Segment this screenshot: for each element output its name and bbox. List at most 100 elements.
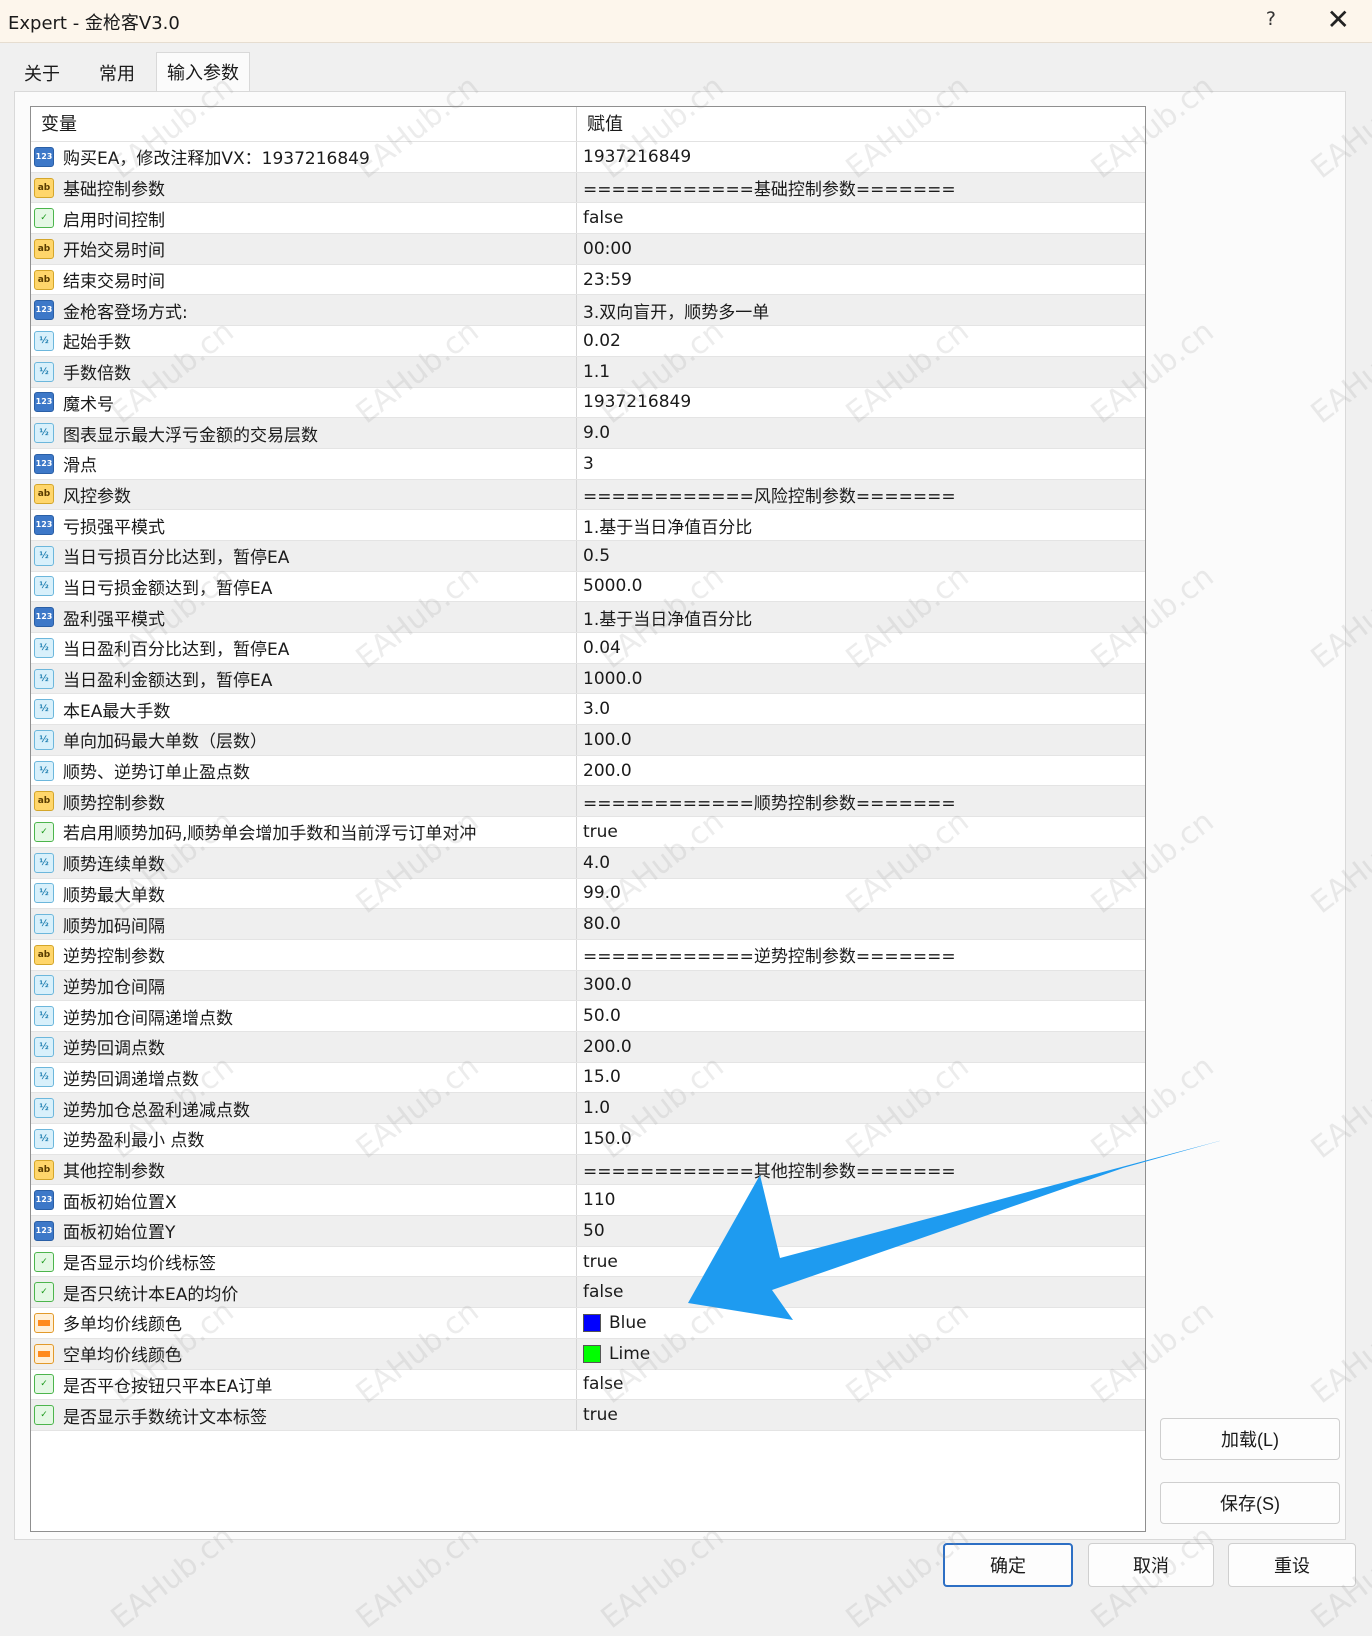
table-row[interactable]: ½ 逆势回调递增点数 15.0: [31, 1062, 1145, 1094]
table-row[interactable]: 123 面板初始位置X 110: [31, 1185, 1145, 1217]
table-row[interactable]: ✓ 若启用顺势加码,顺势单会增加手数和当前浮亏订单对冲 true: [31, 817, 1145, 848]
parameter-value-cell[interactable]: ============基础控制参数=======: [577, 173, 1145, 203]
table-row[interactable]: ab 其他控制参数 ============其他控制参数=======: [31, 1154, 1145, 1186]
help-icon[interactable]: ?: [1266, 8, 1276, 30]
parameter-value-cell[interactable]: Blue: [577, 1308, 1145, 1338]
parameter-value-cell[interactable]: 50: [577, 1216, 1145, 1246]
parameter-value-cell[interactable]: true: [577, 1400, 1145, 1430]
parameter-value-cell[interactable]: 100.0: [577, 725, 1145, 755]
parameter-value-cell[interactable]: 0.02: [577, 326, 1145, 356]
table-row[interactable]: ✓ 是否显示手数统计文本标签 true: [31, 1400, 1145, 1431]
parameter-value-cell[interactable]: 1.0: [577, 1093, 1145, 1123]
parameter-value-cell[interactable]: 1937216849: [577, 388, 1145, 418]
table-row[interactable]: ab 顺势控制参数 ============顺势控制参数=======: [31, 786, 1145, 818]
parameter-value-cell[interactable]: true: [577, 1247, 1145, 1277]
parameter-value-cell[interactable]: 150.0: [577, 1124, 1145, 1154]
parameter-value-cell[interactable]: 99.0: [577, 879, 1145, 909]
table-row[interactable]: ab 开始交易时间 00:00: [31, 234, 1145, 265]
table-row[interactable]: 123 魔术号 1937216849: [31, 387, 1145, 419]
parameter-value-cell[interactable]: true: [577, 817, 1145, 847]
parameter-value-cell[interactable]: 4.0: [577, 848, 1145, 878]
parameter-value-cell[interactable]: 110: [577, 1185, 1145, 1215]
parameter-value-cell[interactable]: 80.0: [577, 909, 1145, 939]
tab-inputs[interactable]: 输入参数: [156, 52, 250, 93]
table-row[interactable]: 多单均价线颜色 Blue: [31, 1308, 1145, 1339]
table-row[interactable]: 空单均价线颜色 Lime: [31, 1338, 1145, 1370]
parameter-value-cell[interactable]: 1.基于当日净值百分比: [577, 602, 1145, 632]
table-row[interactable]: ab 结束交易时间 23:59: [31, 264, 1145, 296]
table-row[interactable]: ½ 当日盈利百分比达到，暂停EA 0.04: [31, 633, 1145, 664]
parameter-value-cell[interactable]: 1.基于当日净值百分比: [577, 510, 1145, 540]
table-row[interactable]: ½ 逆势加仓间隔 300.0: [31, 970, 1145, 1002]
table-row[interactable]: ½ 逆势回调点数 200.0: [31, 1031, 1145, 1063]
parameter-value-cell[interactable]: 1000.0: [577, 664, 1145, 694]
ok-button[interactable]: 确定: [943, 1543, 1073, 1587]
parameter-value-cell[interactable]: ============逆势控制参数=======: [577, 940, 1145, 970]
tab-about[interactable]: 关于: [14, 55, 70, 91]
parameter-value-cell[interactable]: ============顺势控制参数=======: [577, 786, 1145, 816]
tab-common[interactable]: 常用: [82, 55, 152, 91]
parameter-value-cell[interactable]: ============风险控制参数=======: [577, 480, 1145, 510]
parameter-value-cell[interactable]: 50.0: [577, 1001, 1145, 1031]
table-row[interactable]: ½ 手数倍数 1.1: [31, 356, 1145, 388]
table-row[interactable]: 123 金枪客登场方式: 3.双向盲开，顺势多一单: [31, 295, 1145, 327]
parameter-value-cell[interactable]: 23:59: [577, 265, 1145, 295]
table-row[interactable]: ½ 逆势盈利最小 点数 150.0: [31, 1124, 1145, 1155]
table-row[interactable]: ✓ 是否显示均价线标签 true: [31, 1246, 1145, 1278]
table-row[interactable]: ab 风控参数 ============风险控制参数=======: [31, 479, 1145, 511]
table-row[interactable]: ½ 当日亏损金额达到，暂停EA 5000.0: [31, 571, 1145, 603]
parameter-value-cell[interactable]: ============其他控制参数=======: [577, 1155, 1145, 1185]
table-row[interactable]: 123 面板初始位置Y 50: [31, 1216, 1145, 1247]
table-row[interactable]: ½ 图表显示最大浮亏金额的交易层数 9.0: [31, 418, 1145, 449]
parameter-value-cell[interactable]: 200.0: [577, 1032, 1145, 1062]
parameter-value-cell[interactable]: false: [577, 1277, 1145, 1307]
close-icon[interactable]: ✕: [1327, 3, 1350, 36]
table-row[interactable]: 123 购买EA，修改注释加VX：1937216849 1937216849: [31, 142, 1145, 173]
parameter-value-cell[interactable]: 0.5: [577, 541, 1145, 571]
parameter-value-cell[interactable]: 3.双向盲开，顺势多一单: [577, 295, 1145, 325]
parameter-value-cell[interactable]: 1937216849: [577, 142, 1145, 172]
parameter-value-cell[interactable]: 9.0: [577, 418, 1145, 448]
table-row[interactable]: ½ 顺势连续单数 4.0: [31, 847, 1145, 879]
parameter-value-cell[interactable]: 3: [577, 449, 1145, 479]
parameter-value-cell[interactable]: false: [577, 203, 1145, 233]
header-variable[interactable]: 变量: [31, 107, 577, 141]
table-row[interactable]: ½ 当日盈利金额达到，暂停EA 1000.0: [31, 663, 1145, 695]
table-row[interactable]: ✓ 启用时间控制 false: [31, 203, 1145, 235]
table-row[interactable]: ✓ 是否平仓按钮只平本EA订单 false: [31, 1369, 1145, 1401]
table-row[interactable]: ½ 顺势、逆势订单止盈点数 200.0: [31, 755, 1145, 787]
table-row[interactable]: ½ 当日亏损百分比达到，暂停EA 0.5: [31, 540, 1145, 572]
color-swatch[interactable]: [583, 1344, 601, 1363]
table-row[interactable]: ½ 起始手数 0.02: [31, 326, 1145, 357]
table-row[interactable]: ✓ 是否只统计本EA的均价 false: [31, 1277, 1145, 1309]
table-row[interactable]: 123 滑点 3: [31, 448, 1145, 480]
color-swatch[interactable]: [583, 1313, 601, 1332]
parameter-value-cell[interactable]: 3.0: [577, 694, 1145, 724]
table-row[interactable]: ½ 顺势加码间隔 80.0: [31, 909, 1145, 940]
parameter-value-cell[interactable]: 5000.0: [577, 572, 1145, 602]
table-row[interactable]: ab 逆势控制参数 ============逆势控制参数=======: [31, 939, 1145, 971]
save-button[interactable]: 保存(S): [1160, 1482, 1340, 1524]
table-row[interactable]: 123 亏损强平模式 1.基于当日净值百分比: [31, 510, 1145, 541]
parameter-value-cell[interactable]: 0.04: [577, 633, 1145, 663]
parameter-value-cell[interactable]: false: [577, 1370, 1145, 1400]
int-type-icon: 123: [34, 515, 54, 536]
parameter-value-cell[interactable]: 15.0: [577, 1063, 1145, 1093]
parameter-value-cell[interactable]: 1.1: [577, 357, 1145, 387]
header-value[interactable]: 赋值: [577, 107, 1145, 141]
table-row[interactable]: ½ 逆势加仓间隔递增点数 50.0: [31, 1001, 1145, 1032]
parameter-value-cell[interactable]: Lime: [577, 1339, 1145, 1369]
table-row[interactable]: ½ 本EA最大手数 3.0: [31, 694, 1145, 726]
cancel-button[interactable]: 取消: [1088, 1543, 1214, 1587]
table-row[interactable]: ½ 逆势加仓总盈利递减点数 1.0: [31, 1093, 1145, 1124]
table-row[interactable]: 123 盈利强平模式 1.基于当日净值百分比: [31, 602, 1145, 633]
parameter-value-cell[interactable]: 200.0: [577, 756, 1145, 786]
reset-button[interactable]: 重设: [1228, 1543, 1356, 1587]
dbl-type-icon: ½: [34, 545, 54, 566]
parameter-value-cell[interactable]: 00:00: [577, 234, 1145, 264]
table-row[interactable]: ½ 单向加码最大单数（层数） 100.0: [31, 725, 1145, 756]
table-row[interactable]: ab 基础控制参数 ============基础控制参数=======: [31, 172, 1145, 204]
parameter-value-cell[interactable]: 300.0: [577, 971, 1145, 1001]
table-row[interactable]: ½ 顺势最大单数 99.0: [31, 878, 1145, 910]
load-button[interactable]: 加载(L): [1160, 1418, 1340, 1460]
